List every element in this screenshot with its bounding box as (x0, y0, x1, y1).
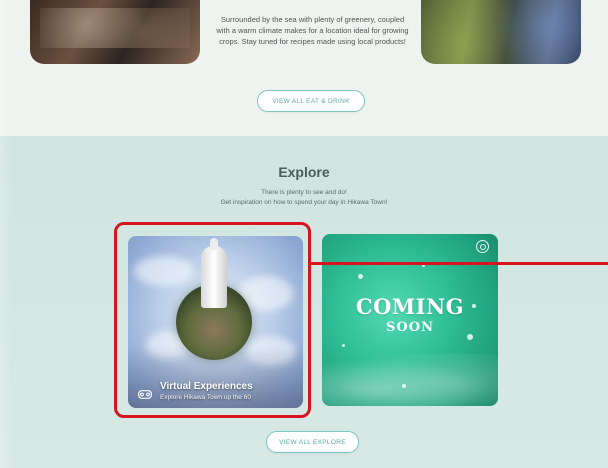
coming-text: COMING (355, 294, 465, 319)
eat-drink-section: Surrounded by the sea with plenty of gre… (0, 0, 608, 136)
sparkle-decoration (342, 344, 345, 347)
soon-text: SOON (386, 320, 434, 335)
eat-drink-description: Surrounded by the sea with plenty of gre… (216, 15, 409, 46)
eat-drink-photo-left (30, 0, 200, 64)
tower-image (201, 246, 227, 308)
explore-title: Explore (278, 164, 330, 180)
explore-section: Explore There is plenty to see and do! G… (0, 136, 608, 468)
view-all-explore-button[interactable]: VIEW ALL EXPLORE (266, 431, 359, 453)
virtual-experiences-subtitle: Explore Hikawa Town up the 60 (160, 394, 251, 401)
explore-description-line2: Get inspiration on how to spend your day… (220, 199, 388, 206)
tower-top-image (210, 238, 218, 250)
virtual-experiences-title: Virtual Experiences (160, 381, 253, 392)
cloud-decoration (134, 256, 194, 286)
eat-drink-photo-right (421, 0, 581, 64)
badge-icon (476, 240, 489, 253)
explore-description-line1: There is plenty to see and do! (261, 189, 347, 196)
explore-description: There is plenty to see and do! Get inspi… (154, 188, 454, 208)
sparkle-decoration (358, 274, 363, 279)
coming-soon-card[interactable]: COMING SOON (322, 234, 498, 406)
virtual-experiences-card[interactable]: Virtual Experiences Explore Hikawa Town … (128, 236, 303, 408)
cloud-decoration (322, 354, 498, 406)
sparkle-decoration (422, 264, 425, 267)
view-all-eat-drink-button[interactable]: VIEW ALL EAT & DRINK (257, 90, 365, 112)
vr-headset-icon (138, 390, 152, 399)
